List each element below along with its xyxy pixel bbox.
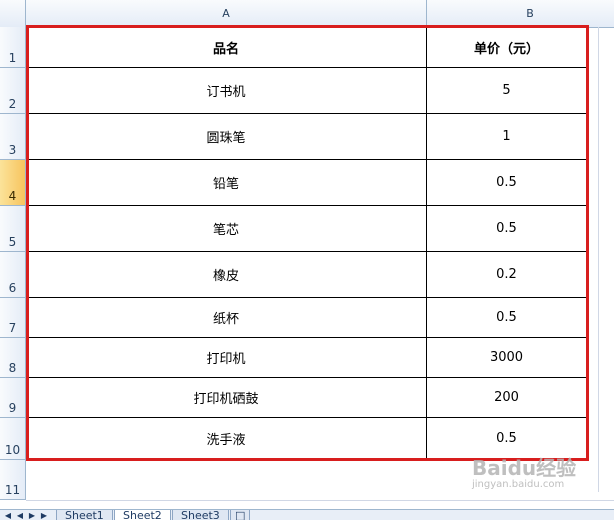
table-row-price-cell[interactable]: 0.5 (427, 206, 587, 252)
cell-b1-header-price[interactable]: 单价（元） (427, 27, 587, 68)
table-row-name-cell[interactable]: 铅笔 (26, 160, 427, 206)
row-header-3[interactable]: 3 (0, 114, 26, 160)
table-row-price-cell[interactable]: 0.5 (427, 160, 587, 206)
table-row-price-cell[interactable]: 3000 (427, 338, 587, 378)
row-header-2[interactable]: 2 (0, 68, 26, 114)
row-header-11[interactable]: 11 (0, 460, 26, 500)
table-row-price-cell[interactable]: 200 (427, 378, 587, 418)
table-row-name-cell[interactable]: 橡皮 (26, 252, 427, 298)
table-row-name-cell[interactable]: 打印机 (26, 338, 427, 378)
column-header-a[interactable]: A (26, 0, 427, 27)
table-row-name-cell[interactable]: 打印机硒鼓 (26, 378, 427, 418)
table-row-name-cell[interactable]: 订书机 (26, 68, 427, 114)
row-header-5[interactable]: 5 (0, 206, 26, 252)
sheet-tab-bar: ◀ ◀ ▶ ▶ Sheet1 Sheet2 Sheet3 □ (0, 509, 614, 520)
select-all-corner[interactable] (0, 0, 26, 27)
table-row-name-cell[interactable]: 洗手液 (26, 418, 427, 460)
table-row-price-cell[interactable]: 0.5 (427, 298, 587, 338)
table-row-name-cell[interactable]: 笔芯 (26, 206, 427, 252)
row-header-8[interactable]: 8 (0, 338, 26, 378)
table-row-price-cell[interactable]: 1 (427, 114, 587, 160)
cell-a1-header-name[interactable]: 品名 (26, 27, 427, 68)
row-header-9[interactable]: 9 (0, 378, 26, 418)
table-row-price-cell[interactable]: 5 (427, 68, 587, 114)
row-header-10[interactable]: 10 (0, 418, 26, 460)
column-header-row: A B (0, 0, 614, 28)
column-header-b[interactable]: B (427, 0, 614, 27)
baidu-jingyan-watermark: Baidu经验 jingyan.baidu.com (472, 452, 592, 502)
row-header-6[interactable]: 6 (0, 252, 26, 298)
table-row-name-cell[interactable]: 圆珠笔 (26, 114, 427, 160)
table-row-price-cell[interactable]: 0.2 (427, 252, 587, 298)
table-row-name-cell[interactable]: 纸杯 (26, 298, 427, 338)
watermark-logo-text: Baidu经验 (472, 456, 577, 480)
gridline (598, 27, 599, 492)
row-header-1[interactable]: 1 (0, 27, 26, 68)
row-header-7[interactable]: 7 (0, 298, 26, 338)
watermark-url-text: jingyan.baidu.com (472, 479, 565, 490)
row-header-4[interactable]: 4 (0, 160, 26, 206)
